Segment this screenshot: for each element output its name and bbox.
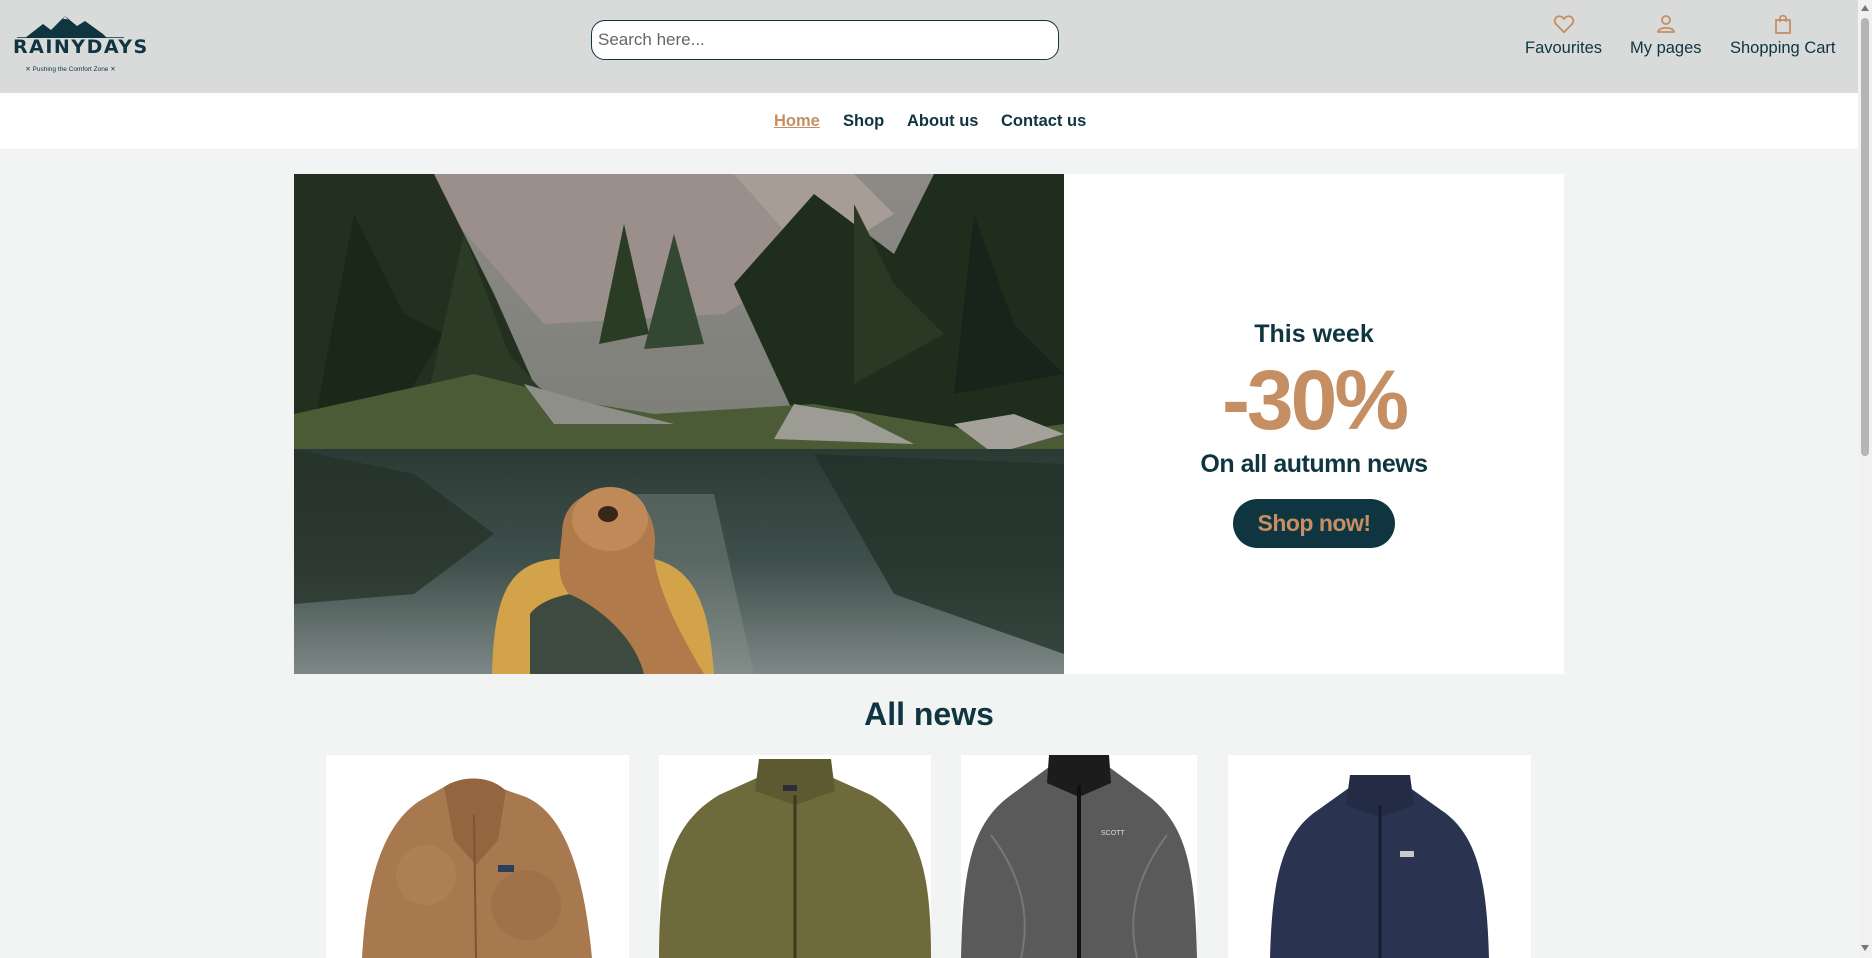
promo-week-label: This week: [1254, 320, 1374, 348]
product-card-olive-fleece-jacket[interactable]: [659, 755, 931, 958]
logo-wordmark: RAINYDAYS: [13, 36, 149, 58]
promo-subtitle: On all autumn news: [1200, 450, 1428, 478]
my-pages-link[interactable]: My pages: [1630, 14, 1702, 58]
section-title-all-news: All news: [864, 696, 994, 732]
nav-item-contact-us[interactable]: Contact us: [1001, 112, 1086, 131]
promo-discount: -30%: [1221, 353, 1409, 447]
product-image: [362, 778, 592, 958]
shopping-cart-link[interactable]: Shopping Cart: [1730, 14, 1836, 58]
shop-now-button[interactable]: Shop now!: [1233, 499, 1395, 548]
product-card-navy-fleece-jacket[interactable]: [1228, 755, 1531, 958]
product-card-teddy-jacket[interactable]: [326, 755, 629, 958]
user-icon: [1656, 15, 1675, 33]
product-image: [659, 759, 931, 958]
search-input[interactable]: [591, 20, 1059, 60]
main-nav: Home Shop About us Contact us: [0, 93, 1858, 149]
product-image: [1270, 775, 1489, 958]
shopping-bag-icon: [1774, 14, 1791, 34]
promo-panel: This week -30% On all autumn news Shop n…: [1064, 174, 1564, 674]
svg-text:SCOTT: SCOTT: [1101, 830, 1125, 837]
hero-image: [294, 174, 1064, 674]
product-image: SCOTT: [961, 755, 1197, 958]
scroll-down-icon[interactable]: [1861, 945, 1869, 951]
nav-item-shop[interactable]: Shop: [843, 112, 884, 131]
heart-icon: [1553, 15, 1574, 34]
site-header: RAINYDAYS ✕ Pushing the Comfort Zone ✕ F…: [0, 0, 1858, 93]
scroll-thumb[interactable]: [1861, 18, 1869, 456]
mountain-icon: [17, 16, 124, 38]
page-scrollbar[interactable]: [1858, 0, 1872, 958]
favourites-label: Favourites: [1525, 39, 1603, 57]
rainydays-logo[interactable]: RAINYDAYS ✕ Pushing the Comfort Zone ✕: [13, 14, 149, 76]
shopping-cart-label: Shopping Cart: [1730, 39, 1836, 57]
nav-item-about-us[interactable]: About us: [907, 112, 979, 131]
favourites-link[interactable]: Favourites: [1525, 14, 1602, 58]
logo-tagline: ✕ Pushing the Comfort Zone ✕: [25, 66, 116, 73]
my-pages-label: My pages: [1630, 39, 1702, 57]
nav-item-home[interactable]: Home: [774, 112, 820, 131]
scroll-up-icon[interactable]: [1861, 5, 1869, 11]
product-card-grey-windbreaker-jacket[interactable]: SCOTT: [961, 755, 1197, 958]
